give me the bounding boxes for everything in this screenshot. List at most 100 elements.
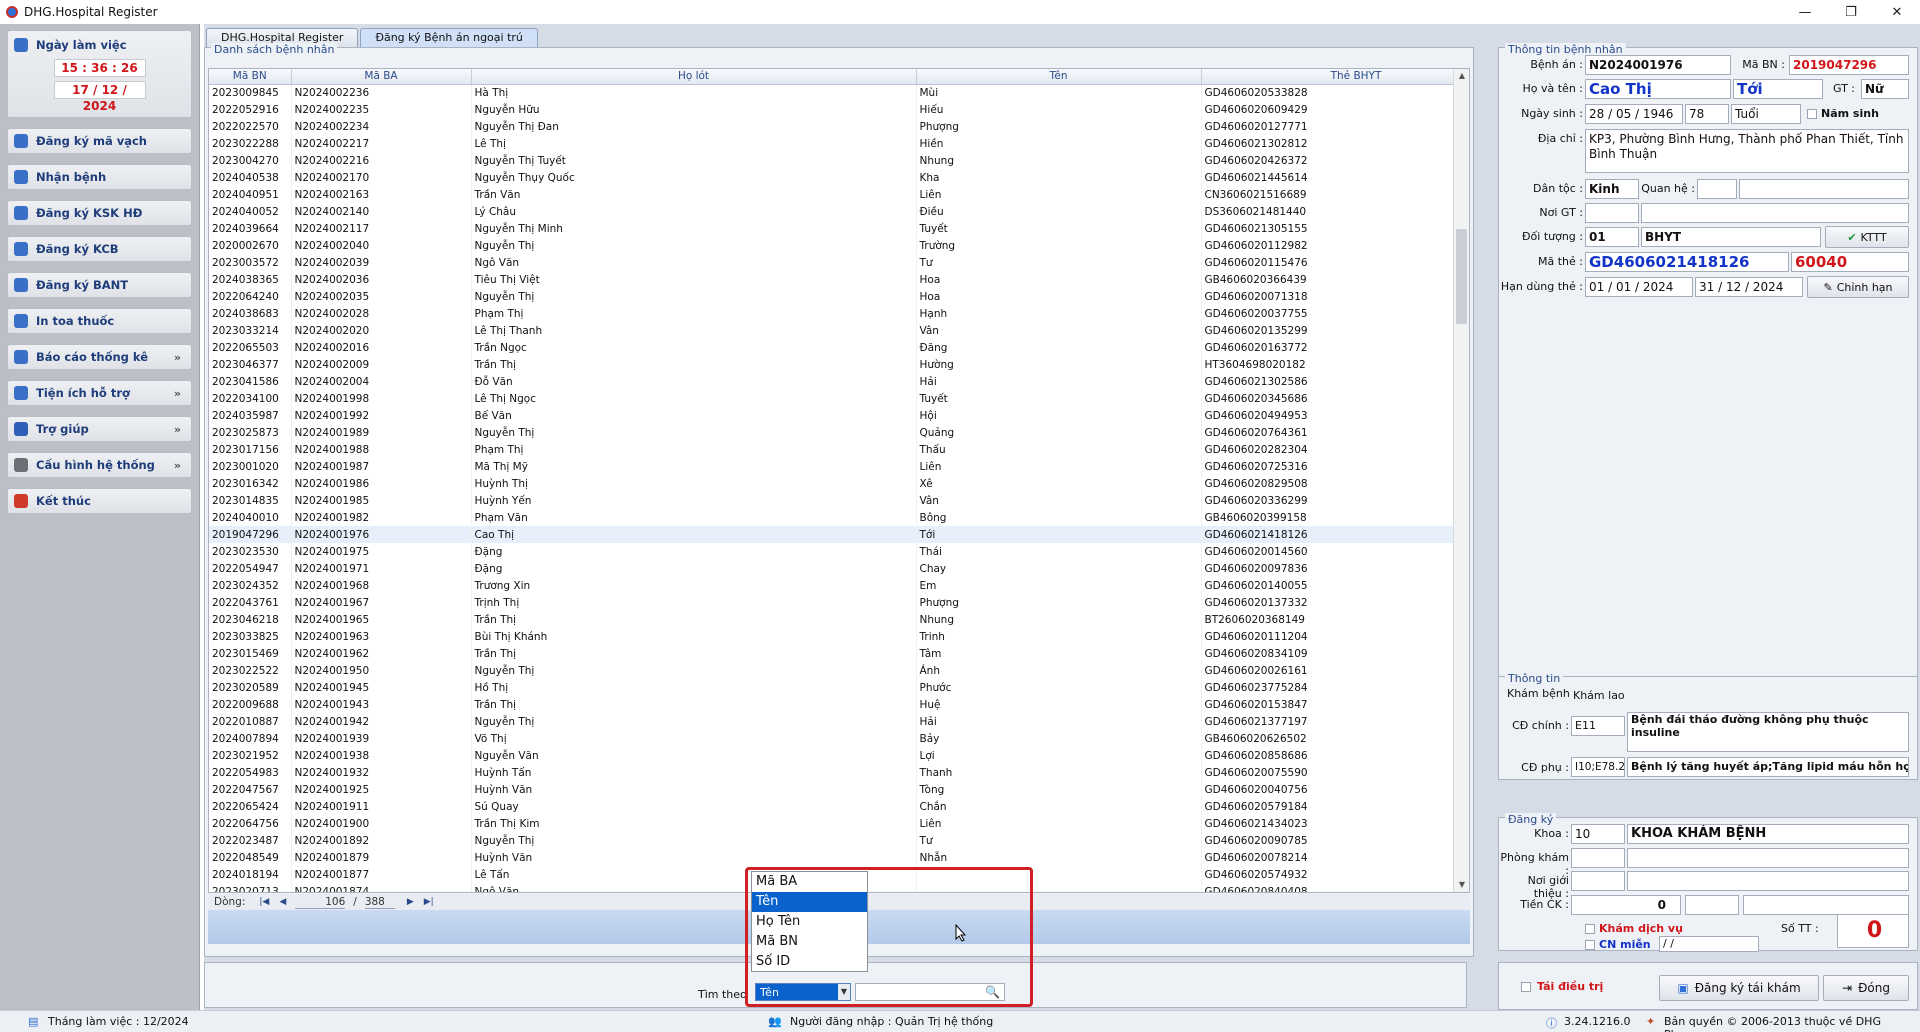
close-icon[interactable]: ✕ — [1874, 0, 1920, 24]
table-row[interactable]: 2023016342 N2024001986 Huỳnh Thị Xê GD460602… — [209, 475, 1469, 492]
table-row[interactable]: 2024040951 N2024002163 Trần Văn Liên CN36060… — [209, 186, 1469, 203]
table-row[interactable]: 2022054947 N2024001971 Đặng Chay GD460602009… — [209, 560, 1469, 577]
scroll-down-icon[interactable]: ▼ — [1454, 878, 1469, 892]
nam-sinh-checkbox[interactable] — [1807, 109, 1817, 119]
table-row[interactable]: 2022010887 N2024001942 Nguyễn Thị Hải GD4606… — [209, 713, 1469, 730]
khoa-field[interactable]: KHOA KHÁM BỆNH — [1627, 824, 1909, 844]
ho-lot-field[interactable]: Cao Thị — [1585, 79, 1731, 99]
kttt-button[interactable]: ✔ KTTT — [1825, 226, 1909, 248]
quan-he-code-field[interactable] — [1697, 179, 1737, 199]
next-record-icon[interactable]: ▶ — [407, 897, 414, 907]
table-row[interactable]: 2023041586 N2024002004 Đỗ Văn Hải GD46060213… — [209, 373, 1469, 390]
table-row[interactable]: 2023023530 N2024001975 Đặng Thái GD460602001… — [209, 543, 1469, 560]
ten-field[interactable]: Tới — [1733, 79, 1823, 99]
ngay-sinh-field[interactable]: 28 / 05 / 1946 — [1585, 104, 1683, 124]
table-row[interactable]: 2023015469 N2024001962 Trần Thị Tâm GD460602… — [209, 645, 1469, 662]
ma-bn-field[interactable]: 2019047296 — [1789, 55, 1909, 75]
cn-mien-checkbox[interactable] — [1585, 940, 1595, 950]
sidebar-item-7[interactable]: Tiện ích hỗ trợ » — [7, 380, 192, 406]
tab-kham-benh[interactable]: Khám bệnh — [1507, 687, 1570, 700]
scroll-thumb[interactable] — [1456, 229, 1467, 324]
sidebar-item-6[interactable]: Báo cáo thống kê » — [7, 344, 192, 370]
table-row[interactable]: 2019047296 N2024001976 Cao Thị Tới GD4606021… — [209, 526, 1469, 543]
sidebar-item-2[interactable]: Đăng ký KSK HĐ — [7, 200, 192, 226]
noi-gioi-thieu-field[interactable] — [1627, 871, 1909, 891]
table-row[interactable]: 2023024352 N2024001968 Trương Xin Em GD46060… — [209, 577, 1469, 594]
noi-gt-code-field[interactable] — [1585, 203, 1639, 223]
minimize-icon[interactable]: — — [1782, 0, 1828, 24]
table-row[interactable]: 2023022522 N2024001950 Nguyễn Thị Ánh GD4606… — [209, 662, 1469, 679]
search-field-combo[interactable]: Tên ▼ — [755, 983, 851, 1001]
sidebar-item-8[interactable]: Trợ giúp » — [7, 416, 192, 442]
table-row[interactable]: 2023033214 N2024002020 Lê Thị Thanh Vân GD46… — [209, 322, 1469, 339]
column-header[interactable]: Thẻ BHYT — [1201, 69, 1469, 85]
cd-chinh-field[interactable]: Bệnh đái tháo đường không phụ thuộc insu… — [1627, 712, 1909, 752]
benh-an-field[interactable]: N2024001976 — [1585, 55, 1731, 75]
grid-vertical-scrollbar[interactable]: ▲ ▼ — [1453, 69, 1469, 892]
dropdown-option[interactable]: Tên — [752, 892, 867, 912]
han-den-field[interactable]: 31 / 12 / 2024 — [1695, 277, 1803, 297]
table-row[interactable]: 2023017156 N2024001988 Phạm Thị Thấu GD46060… — [209, 441, 1469, 458]
table-row[interactable]: 2024035987 N2024001992 Bế Văn Hội GD46060204… — [209, 407, 1469, 424]
table-row[interactable]: 2023003572 N2024002039 Ngô Văn Tư GD46060201… — [209, 254, 1469, 271]
gt-field[interactable]: Nữ — [1861, 79, 1909, 99]
table-row[interactable]: 2023021952 N2024001938 Nguyễn Văn Lợi GD4606… — [209, 747, 1469, 764]
kham-dich-vu-checkbox[interactable] — [1585, 924, 1595, 934]
table-row[interactable]: 2022047567 N2024001925 Huỳnh Văn Tòng GD4606… — [209, 781, 1469, 798]
dropdown-option[interactable]: Số ID — [752, 952, 867, 972]
cd-phu-field[interactable]: Bệnh lý tăng huyết áp;Tăng lipid máu hỗn… — [1627, 757, 1909, 777]
table-row[interactable]: 2022009688 N2024001943 Trần Thị Huệ GD460602… — [209, 696, 1469, 713]
table-row[interactable]: 2022064240 N2024002035 Nguyễn Thị Hoa GD4606… — [209, 288, 1469, 305]
table-row[interactable]: 2023014835 N2024001985 Huỳnh Yến Vân GD46060… — [209, 492, 1469, 509]
current-record[interactable]: 106 — [295, 896, 346, 909]
dropdown-option[interactable]: Mã BN — [752, 932, 867, 952]
chinh-han-button[interactable]: ✎ Chỉnh hạn — [1807, 276, 1909, 298]
restore-icon[interactable]: ❐ — [1828, 0, 1874, 24]
table-row[interactable]: 2023046218 N2024001965 Trần Thị Nhung BT2606… — [209, 611, 1469, 628]
search-input[interactable]: 🔍 — [855, 983, 1005, 1001]
table-row[interactable]: 2020002670 N2024002040 Nguyễn Thị Trường GD4… — [209, 237, 1469, 254]
search-field-dropdown[interactable]: Mã BA Tên Họ Tên Mã BN Số ID — [751, 871, 868, 972]
table-row[interactable]: 2022052916 N2024002235 Nguyễn Hữu Hiếu GD460… — [209, 101, 1469, 118]
noi-gt-field[interactable] — [1641, 203, 1909, 223]
dropdown-option[interactable]: Họ Tên — [752, 912, 867, 932]
dia-chi-field[interactable]: KP3, Phường Bình Hưng, Thành phố Phan Th… — [1585, 129, 1909, 173]
han-tu-field[interactable]: 01 / 01 / 2024 — [1585, 277, 1693, 297]
ma-kcb-field[interactable]: 60040 — [1791, 252, 1909, 272]
column-header[interactable]: Tên — [916, 69, 1202, 85]
noi-gioi-thieu-code-field[interactable] — [1571, 871, 1625, 891]
table-row[interactable]: 2023001020 N2024001987 Mã Thị Mỹ Liên GD4606… — [209, 458, 1469, 475]
dropdown-option[interactable]: Mã BA — [752, 872, 867, 892]
table-row[interactable]: 2023046377 N2024002009 Trần Thị Hường HT3604… — [209, 356, 1469, 373]
phong-kham-field[interactable] — [1627, 848, 1909, 868]
cd-phu-code-field[interactable]: I10;E78.2 — [1571, 757, 1625, 777]
combo-dropdown-icon[interactable]: ▼ — [838, 984, 850, 1000]
table-row[interactable]: 2022065503 N2024002016 Trần Ngọc Đăng GD4606… — [209, 339, 1469, 356]
table-row[interactable]: 2024007894 N2024001939 Võ Thị Bảy GB46060206… — [209, 730, 1469, 747]
dang-ky-tai-kham-button[interactable]: ▣ Đăng ký tái khám — [1659, 975, 1819, 1001]
table-row[interactable]: 2023022288 N2024002217 Lê Thị Hiền GD4606021… — [209, 135, 1469, 152]
sidebar-item-9[interactable]: Cấu hình hệ thống » — [7, 452, 192, 478]
tab-kham-lao[interactable]: Khám lao — [1573, 689, 1625, 702]
tien-ck-note-field[interactable] — [1743, 895, 1909, 915]
table-row[interactable]: 2022054983 N2024001932 Huỳnh Tấn Thanh GD460… — [209, 764, 1469, 781]
dong-button[interactable]: ⇥ Đóng — [1823, 975, 1909, 1001]
column-header[interactable]: Mã BA — [291, 69, 472, 85]
cd-chinh-code-field[interactable]: E11 — [1571, 716, 1625, 736]
column-header[interactable]: Mã BN — [209, 69, 292, 85]
table-row[interactable]: 2024040010 N2024001982 Phạm Văn Bông GB46060… — [209, 509, 1469, 526]
tab-dang-ky-benh-an[interactable]: Đăng ký Bệnh án ngoại trú — [360, 28, 538, 47]
table-row[interactable]: 2023004270 N2024002216 Nguyễn Thị Tuyết Nhu… — [209, 152, 1469, 169]
tien-ck-field[interactable]: 0 — [1571, 895, 1681, 915]
sidebar-item-0[interactable]: Đăng ký mã vạch — [7, 128, 192, 154]
table-row[interactable]: 2024040052 N2024002140 Lý Châu Điều DS360602… — [209, 203, 1469, 220]
table-row[interactable]: 2022064756 N2024001900 Trần Thị Kim Liên GD4… — [209, 815, 1469, 832]
ma-the-field[interactable]: GD4606021418126 — [1585, 252, 1789, 272]
quan-he-field[interactable] — [1739, 179, 1909, 199]
table-row[interactable]: 2022023487 N2024001892 Nguyễn Thị Tư GD46060… — [209, 832, 1469, 849]
so-tt-field[interactable]: 0 — [1837, 914, 1909, 948]
table-row[interactable]: 2022048549 N2024001879 Huỳnh Văn Nhẫn GD4606… — [209, 849, 1469, 866]
table-row[interactable]: 2022043761 N2024001967 Trịnh Thị Phượng GD46… — [209, 594, 1469, 611]
phong-kham-code-field[interactable] — [1571, 848, 1625, 868]
table-row[interactable]: 2022022570 N2024002234 Nguyễn Thị Đan Phượn… — [209, 118, 1469, 135]
